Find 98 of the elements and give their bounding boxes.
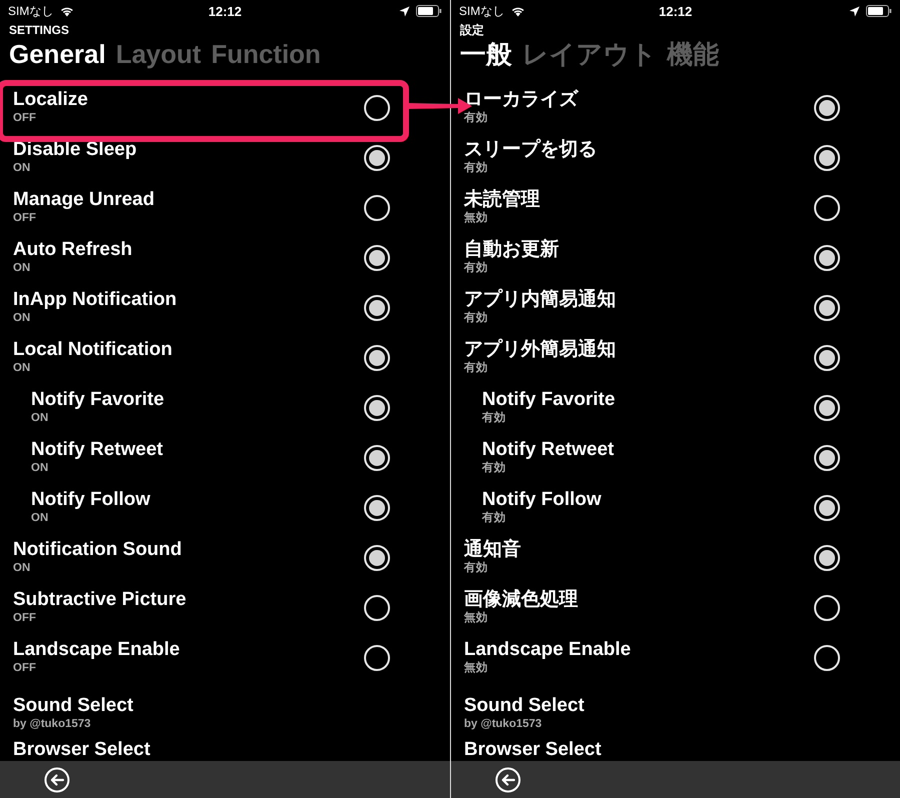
radio-button[interactable] (814, 195, 840, 221)
radio-button[interactable] (814, 295, 840, 321)
clock-time: 12:12 (658, 4, 692, 18)
setting-status: ON (13, 361, 30, 375)
setting-title: アプリ外簡易通知 (464, 338, 616, 361)
radio-button[interactable] (364, 145, 390, 171)
back-icon[interactable] (44, 766, 70, 792)
setting-title: Browser Select (13, 738, 150, 761)
setting-status: ON (13, 311, 30, 325)
tab[interactable]: Layout (116, 38, 202, 70)
setting-title: Landscape Enable (13, 638, 180, 661)
radio-button[interactable] (364, 195, 390, 221)
settings-heading: 設定 (460, 22, 484, 38)
setting-status: OFF (13, 661, 36, 675)
radio-button[interactable] (814, 145, 840, 171)
setting-title: Subtractive Picture (13, 588, 186, 611)
setting-title: アプリ内簡易通知 (464, 288, 616, 311)
setting-title: Landscape Enable (464, 638, 631, 661)
setting-title: Notify Retweet (482, 438, 614, 461)
setting-status: 有効 (464, 561, 488, 575)
radio-button[interactable] (364, 645, 390, 671)
radio-button[interactable] (814, 645, 840, 671)
radio-button[interactable] (364, 345, 390, 371)
setting-title: Notification Sound (13, 538, 182, 561)
setting-status: ON (13, 261, 30, 275)
setting-status: ON (31, 461, 48, 475)
radio-button[interactable] (364, 545, 390, 571)
setting-title: Notify Favorite (31, 388, 164, 411)
setting-title: 未読管理 (464, 188, 540, 211)
tab[interactable]: レイアウト (522, 38, 657, 70)
clock-time: 12:12 (208, 4, 242, 18)
setting-status: 無効 (464, 661, 488, 675)
tab[interactable]: General (9, 38, 106, 70)
setting-status: 有効 (464, 161, 488, 175)
location-icon (399, 6, 410, 16)
setting-status: 有効 (464, 111, 488, 125)
radio-button[interactable] (814, 245, 840, 271)
radio-button[interactable] (814, 345, 840, 371)
radio-button[interactable] (814, 495, 840, 521)
radio-button[interactable] (814, 595, 840, 621)
setting-status: 有効 (482, 511, 506, 525)
setting-status: 無効 (464, 211, 488, 225)
setting-title: Localize (13, 88, 88, 111)
setting-status: ON (31, 511, 48, 525)
setting-status: 有効 (464, 311, 488, 325)
setting-title: Notify Follow (31, 488, 150, 511)
battery-icon (866, 5, 892, 17)
wifi-icon (510, 5, 526, 17)
tab[interactable]: 一般 (460, 38, 512, 70)
location-icon (849, 6, 860, 16)
settings-heading: SETTINGS (9, 22, 70, 38)
setting-status: ON (13, 561, 30, 575)
radio-button[interactable] (364, 595, 390, 621)
setting-status: 有効 (464, 361, 488, 375)
setting-title: Local Notification (13, 338, 172, 361)
setting-status: ON (13, 161, 30, 175)
setting-title: Notify Follow (482, 488, 602, 511)
radio-button[interactable] (814, 95, 840, 121)
radio-button[interactable] (364, 495, 390, 521)
setting-title: Sound Select (464, 694, 584, 717)
radio-button[interactable] (364, 295, 390, 321)
setting-status: 有効 (482, 461, 506, 475)
radio-button[interactable] (364, 445, 390, 471)
radio-button[interactable] (364, 245, 390, 271)
setting-title: Disable Sleep (13, 138, 137, 161)
setting-status: OFF (13, 611, 36, 625)
radio-button[interactable] (814, 395, 840, 421)
setting-title: Notify Favorite (482, 388, 616, 411)
back-icon[interactable] (495, 766, 521, 792)
radio-button[interactable] (814, 445, 840, 471)
setting-title: Manage Unread (13, 188, 154, 211)
setting-title: ローカライズ (464, 88, 578, 111)
battery-icon (416, 5, 442, 17)
setting-status: OFF (13, 211, 36, 225)
radio-button[interactable] (364, 395, 390, 421)
setting-title: 通知音 (464, 538, 521, 561)
carrier-label: SIMなし (459, 2, 504, 20)
setting-title: Browser Select (464, 738, 602, 761)
setting-title: Auto Refresh (13, 238, 132, 261)
setting-status: 有効 (464, 261, 488, 275)
setting-status: 無効 (464, 611, 488, 625)
wifi-icon (59, 5, 76, 17)
setting-title: 画像減色処理 (464, 588, 578, 611)
setting-title: Notify Retweet (31, 438, 163, 461)
setting-status: 有効 (482, 411, 506, 425)
tab[interactable]: 機能 (667, 38, 719, 70)
setting-status: OFF (13, 111, 36, 125)
radio-button[interactable] (364, 95, 390, 121)
carrier-label: SIMなし (8, 2, 54, 20)
setting-title: Sound Select (13, 694, 134, 717)
setting-status: by @tuko1573 (464, 717, 542, 731)
radio-button[interactable] (814, 545, 840, 571)
setting-title: スリープを切る (464, 138, 597, 161)
setting-title: InApp Notification (13, 288, 177, 311)
tab[interactable]: Function (211, 38, 321, 70)
setting-status: by @tuko1573 (13, 717, 91, 731)
setting-status: ON (31, 411, 48, 425)
setting-title: 自動お更新 (464, 238, 559, 261)
